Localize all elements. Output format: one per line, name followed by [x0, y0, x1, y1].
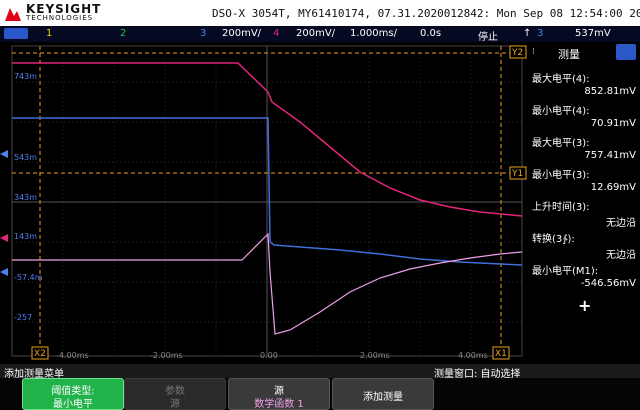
measurement-label: 转换(3∱): [532, 234, 575, 245]
measure-icon: ⁞ [532, 47, 535, 57]
y-tick-label: 543m [14, 153, 37, 162]
y-tick-label: 343m [14, 193, 37, 202]
delay[interactable]: 0.0s [420, 28, 441, 39]
channel-3-label[interactable]: 3 [200, 28, 206, 39]
measurement-label: 最大电平(4): [532, 74, 590, 85]
cursor-x1-label[interactable]: X1 [495, 349, 507, 359]
softkey-label: 添加测量 [363, 392, 403, 403]
cursor-x2-label[interactable]: X2 [34, 349, 46, 359]
softkey-row: 阈值类型: 最小电平 参数 源 源 数学函数 1 添加测量 [0, 378, 640, 410]
measurement-label: 上升时间(3): [532, 202, 590, 213]
channel-1-label[interactable]: 1 [46, 28, 52, 39]
channel-bar: 1 2 3 200mV/ 4 200mV/ 1.000ms/ 0.0s 停止 ↑… [0, 26, 640, 43]
softkey-value: 最小电平 [53, 399, 93, 410]
instrument-title: DSO-X 3054T, MY61410174, 07.31.202001284… [212, 7, 640, 20]
channel-4-label[interactable]: 4 [273, 28, 279, 39]
measurement-value: 70.91mV [590, 118, 636, 129]
threshold-type-softkey[interactable]: 阈值类型: 最小电平 [22, 378, 124, 410]
measurement-value: -546.56mV [580, 278, 636, 289]
measurement-panel: ⁞ 测量 最大电平(4): 852.81mV 最小电平(4): 70.91mV … [528, 42, 640, 364]
y-tick-label: 743m [14, 72, 37, 81]
source-softkey[interactable]: 源 数学函数 1 [228, 378, 330, 410]
measurement-label: 最小电平(4): [532, 106, 590, 117]
run-state: 停止 [478, 32, 498, 43]
softkey-value: 源 [170, 399, 180, 410]
softkey-title-bar: 添加测量菜单 测量窗口: 自动选择 [0, 364, 640, 380]
waveform-svg: Y2 Y1 X2 X1 743m 543m 343m 143m -57.4m -… [0, 45, 527, 360]
channel-3-scale: 200mV/ [222, 28, 262, 39]
panel-toggle-icon[interactable] [616, 44, 636, 60]
measurement-value: 无边沿 [606, 218, 636, 229]
channel-2-label[interactable]: 2 [120, 28, 126, 39]
measurement-label: 最大电平(3): [532, 138, 590, 149]
brand-sub: TECHNOLOGIES [26, 14, 94, 22]
channel-4-scale: 200mV/ [296, 28, 336, 39]
trigger-channel: 3 [537, 28, 544, 39]
y-tick-label: 143m [14, 232, 37, 241]
channel-menu-icon[interactable] [4, 28, 28, 39]
measurement-label: 最小电平(M1): [532, 266, 599, 277]
add-measurement-softkey[interactable]: 添加测量 [332, 378, 434, 410]
measurement-label: 最小电平(3): [532, 170, 590, 181]
cursor-y1-label[interactable]: Y1 [511, 169, 523, 179]
ground-marker-icon[interactable] [0, 150, 8, 276]
measurement-header: ⁞ 测量 [528, 42, 640, 64]
x-tick-label: -4.00ms [56, 351, 89, 360]
trigger-level[interactable]: 537mV [575, 28, 611, 39]
x-tick-label: -2.00ms [150, 351, 183, 360]
x-tick-label: 2.00ms [360, 351, 390, 360]
timebase[interactable]: 1.000ms/ [350, 28, 397, 39]
measurement-value: 12.69mV [590, 182, 636, 193]
parameter-softkey[interactable]: 参数 源 [124, 378, 226, 410]
add-icon[interactable]: + [578, 296, 591, 315]
x-tick-label: 4.00ms [458, 351, 488, 360]
keysight-logo-icon [5, 8, 21, 21]
waveform-display[interactable]: Y2 Y1 X2 X1 743m 543m 343m 143m -57.4m -… [0, 42, 528, 364]
trigger-edge-icon: ↑ [523, 28, 532, 39]
measurement-value: 852.81mV [584, 86, 636, 97]
measurement-value: 无边沿 [606, 250, 636, 261]
y-tick-label: -257 [14, 313, 32, 322]
cursor-y2-label[interactable]: Y2 [511, 48, 523, 58]
measurement-title: 测量 [558, 48, 580, 61]
measurement-value: 757.41mV [584, 150, 636, 161]
title-bar: KEYSIGHT TECHNOLOGIES DSO-X 3054T, MY614… [0, 0, 640, 26]
y-tick-label: -57.4m [14, 273, 43, 282]
softkey-value: 数学函数 1 [254, 399, 304, 410]
x-tick-label: 0.00 [260, 351, 278, 360]
